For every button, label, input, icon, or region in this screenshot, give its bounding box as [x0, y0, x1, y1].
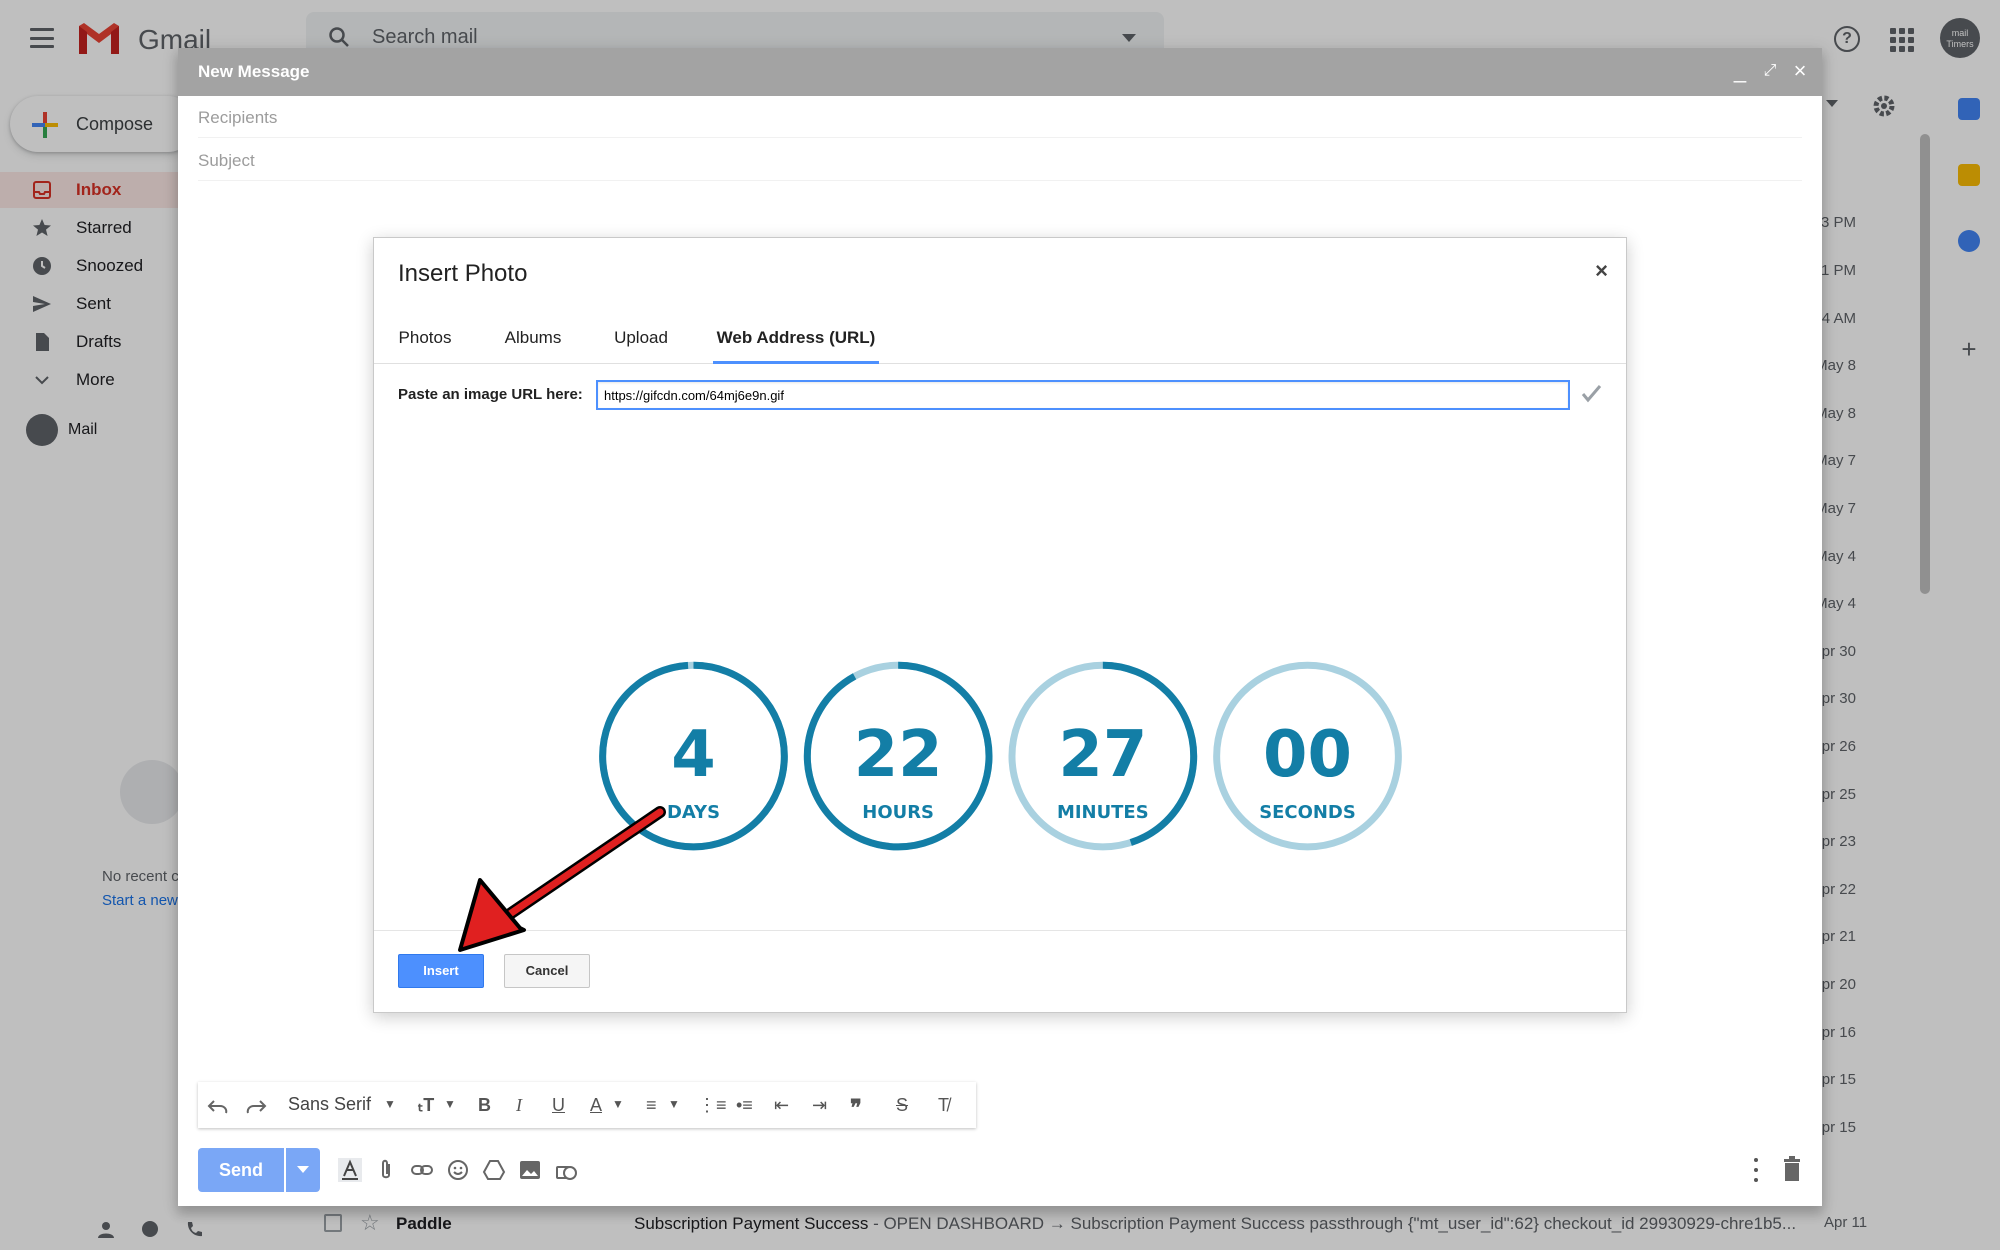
formatting-options-icon[interactable] [338, 1158, 362, 1182]
minimize-icon[interactable]: _ [1728, 60, 1752, 84]
redo-icon[interactable] [244, 1095, 268, 1117]
countdown-label: HOURS [862, 802, 934, 823]
close-icon[interactable]: × [1788, 60, 1812, 84]
checkmark-icon [1581, 385, 1602, 403]
countdown-value: 27 [1058, 718, 1147, 792]
image-url-input[interactable] [596, 380, 1570, 410]
countdown-hours: 22 HOURS [803, 661, 993, 851]
tab-upload[interactable]: Upload [606, 310, 676, 364]
dialog-title: Insert Photo [398, 260, 528, 287]
countdown-label: MINUTES [1057, 802, 1149, 823]
countdown-value: 4 [671, 718, 715, 792]
image-preview: 4DAYS22HOURS27MINUTES00SECONDS [599, 661, 1402, 851]
countdown-seconds: 00 SECONDS [1213, 661, 1402, 851]
countdown-value: 00 [1263, 718, 1352, 792]
subject-field[interactable]: Subject [198, 139, 1802, 181]
tab-photos[interactable]: Photos [392, 310, 458, 364]
trash-icon[interactable] [1782, 1156, 1802, 1182]
tab-web-address[interactable]: Web Address (URL) [713, 310, 879, 364]
fullscreen-icon[interactable]: ⤢ [1758, 60, 1782, 84]
compose-title-bar[interactable]: New Message _ ⤢ × [178, 48, 1822, 96]
annotation-arrow-icon [458, 806, 666, 952]
send-options-button[interactable] [286, 1148, 320, 1192]
undo-icon[interactable] [206, 1095, 230, 1117]
compose-title: New Message [198, 62, 310, 81]
tab-albums[interactable]: Albums [498, 310, 568, 364]
recipients-field[interactable]: Recipients [198, 96, 1802, 138]
url-field-label: Paste an image URL here: [398, 386, 583, 403]
dialog-tabs: Photos Albums Upload Web Address (URL) [374, 310, 1626, 364]
send-button[interactable]: Send [198, 1148, 284, 1192]
countdown-value: 22 [854, 718, 943, 792]
font-family-select[interactable]: Sans Serif [288, 1094, 371, 1115]
more-options-icon[interactable] [1754, 1158, 1760, 1182]
close-icon[interactable]: × [1595, 258, 1608, 284]
countdown-minutes: 27 MINUTES [1008, 661, 1198, 851]
countdown-label: SECONDS [1259, 802, 1356, 823]
